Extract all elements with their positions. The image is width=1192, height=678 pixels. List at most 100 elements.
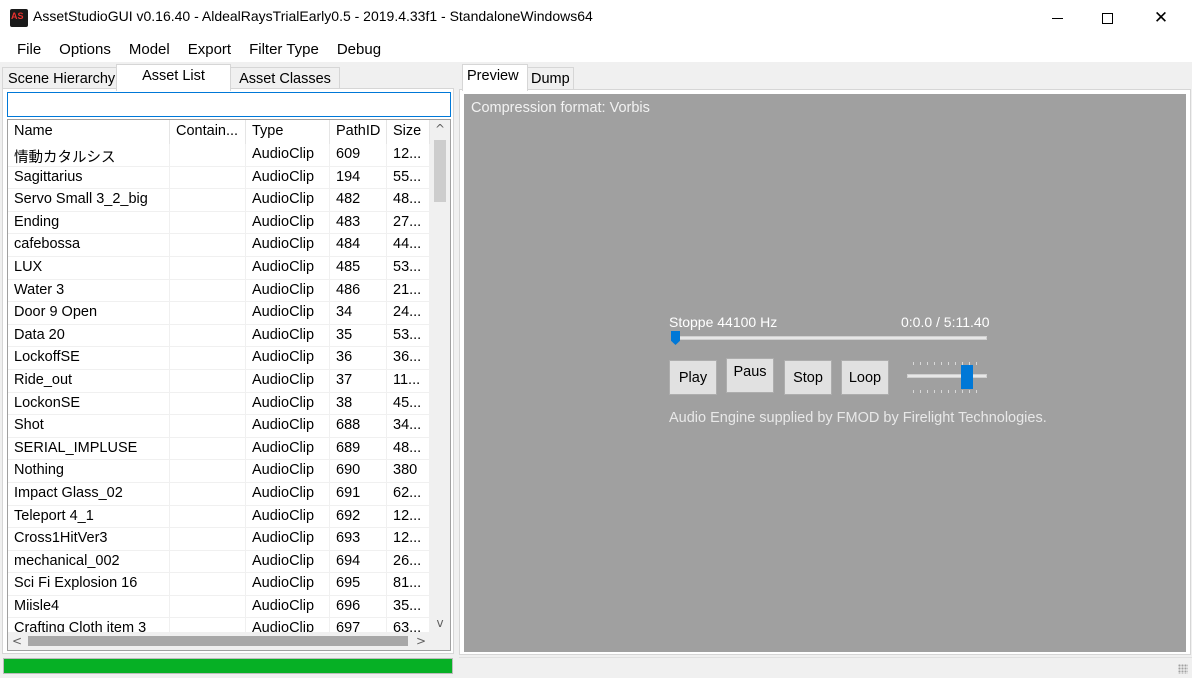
- table-row[interactable]: Impact Glass_02 AudioClip 691 62...: [8, 482, 430, 506]
- scroll-up-icon[interactable]: ^: [430, 120, 450, 138]
- cell-type: AudioClip: [246, 573, 330, 596]
- cell-container: [170, 189, 246, 212]
- table-row[interactable]: LockoffSE AudioClip 36 36...: [8, 347, 430, 370]
- cell-size: 12...: [387, 505, 430, 529]
- loop-button[interactable]: Loop: [841, 360, 889, 395]
- table-row[interactable]: Shot AudioClip 688 34...: [8, 415, 430, 438]
- cell-pathid: 38: [330, 392, 387, 416]
- pause-button[interactable]: Paus: [726, 358, 774, 393]
- cell-pathid: 691: [330, 482, 387, 506]
- cell-pathid: 484: [330, 234, 387, 257]
- tab-dump[interactable]: Dump: [526, 67, 574, 91]
- cell-name: Ending: [8, 211, 170, 235]
- window-title: AssetStudioGUI v0.16.40 - AldealRaysTria…: [33, 8, 593, 24]
- cell-type: AudioClip: [246, 324, 330, 348]
- cell-type: AudioClip: [246, 302, 330, 325]
- table-row[interactable]: Miisle4 AudioClip 696 35...: [8, 595, 430, 619]
- menu-export[interactable]: Export: [179, 41, 240, 58]
- seek-slider-track[interactable]: [671, 336, 987, 340]
- table-row[interactable]: 情動カタルシス AudioClip 609 12...: [8, 144, 430, 167]
- menu-model[interactable]: Model: [120, 41, 179, 58]
- horizontal-scroll-thumb[interactable]: [28, 636, 408, 646]
- tab-preview[interactable]: Preview: [462, 64, 528, 91]
- resize-grip-icon[interactable]: [1178, 664, 1188, 674]
- list-header: Name Contain... Type PathID Size: [8, 120, 430, 144]
- vertical-scrollbar[interactable]: ^ v: [430, 120, 450, 632]
- table-row[interactable]: Ride_out AudioClip 37 11...: [8, 369, 430, 393]
- cell-size: 21...: [387, 279, 430, 303]
- table-row[interactable]: Nothing AudioClip 690 380: [8, 460, 430, 483]
- table-row[interactable]: Sagittarius AudioClip 194 55...: [8, 166, 430, 190]
- left-tab-strip: Scene Hierarchy Asset List Asset Classes: [0, 64, 460, 91]
- table-row[interactable]: Sci Fi Explosion 16 AudioClip 695 81...: [8, 573, 430, 596]
- cell-name: Data 20: [8, 324, 170, 348]
- volume-slider-thumb[interactable]: [961, 365, 974, 389]
- scroll-down-icon[interactable]: v: [430, 614, 450, 632]
- column-container[interactable]: Contain...: [170, 120, 246, 144]
- table-row[interactable]: Teleport 4_1 AudioClip 692 12...: [8, 505, 430, 529]
- cell-name: Door 9 Open: [8, 302, 170, 325]
- table-row[interactable]: Cross1HitVer3 AudioClip 693 12...: [8, 528, 430, 551]
- horizontal-scrollbar[interactable]: < >: [8, 632, 450, 650]
- seek-slider-thumb[interactable]: [671, 331, 680, 345]
- menu-debug[interactable]: Debug: [328, 41, 390, 58]
- menu-file[interactable]: File: [8, 41, 50, 58]
- cell-name: LockonSE: [8, 392, 170, 416]
- tab-asset-list[interactable]: Asset List: [116, 64, 231, 91]
- maximize-button[interactable]: [1084, 0, 1130, 36]
- cell-container: [170, 573, 246, 596]
- cell-pathid: 34: [330, 302, 387, 325]
- scroll-right-icon[interactable]: >: [412, 632, 430, 650]
- column-pathid[interactable]: PathID: [330, 120, 387, 144]
- cell-size: 35...: [387, 595, 430, 619]
- cell-pathid: 690: [330, 460, 387, 483]
- menu-options[interactable]: Options: [50, 41, 120, 58]
- vertical-scroll-thumb[interactable]: [434, 140, 446, 202]
- table-row[interactable]: LUX AudioClip 485 53...: [8, 256, 430, 280]
- cell-type: AudioClip: [246, 460, 330, 483]
- cell-name: LockoffSE: [8, 347, 170, 370]
- menu-bar: File Options Model Export Filter Type De…: [0, 36, 1192, 62]
- cell-container: [170, 550, 246, 574]
- filter-input[interactable]: [7, 92, 451, 117]
- fmod-credit-label: Audio Engine supplied by FMOD by Firelig…: [669, 410, 1047, 426]
- column-size[interactable]: Size: [387, 120, 430, 144]
- cell-name: Nothing: [8, 460, 170, 483]
- cell-container: [170, 166, 246, 190]
- volume-slider-track[interactable]: [907, 374, 987, 378]
- cell-pathid: 694: [330, 550, 387, 574]
- stop-button[interactable]: Stop: [784, 360, 832, 395]
- cell-name: Impact Glass_02: [8, 482, 170, 506]
- cell-size: 53...: [387, 324, 430, 348]
- table-row[interactable]: LockonSE AudioClip 38 45...: [8, 392, 430, 416]
- column-name[interactable]: Name: [8, 120, 170, 144]
- table-row[interactable]: Water 3 AudioClip 486 21...: [8, 279, 430, 303]
- cell-pathid: 483: [330, 211, 387, 235]
- table-row[interactable]: Ending AudioClip 483 27...: [8, 211, 430, 235]
- table-row[interactable]: Data 20 AudioClip 35 53...: [8, 324, 430, 348]
- cell-container: [170, 279, 246, 303]
- volume-slider[interactable]: [907, 360, 989, 394]
- table-row[interactable]: cafebossa AudioClip 484 44...: [8, 234, 430, 257]
- column-type[interactable]: Type: [246, 120, 330, 144]
- menu-filter-type[interactable]: Filter Type: [240, 41, 328, 58]
- cell-pathid: 688: [330, 415, 387, 438]
- cell-container: [170, 256, 246, 280]
- table-row[interactable]: mechanical_002 AudioClip 694 26...: [8, 550, 430, 574]
- minimize-button[interactable]: [1034, 0, 1080, 36]
- cell-type: AudioClip: [246, 234, 330, 257]
- play-button[interactable]: Play: [669, 360, 717, 395]
- cell-size: 12...: [387, 144, 430, 167]
- table-row[interactable]: Servo Small 3_2_big AudioClip 482 48...: [8, 189, 430, 212]
- cell-name: Ride_out: [8, 369, 170, 393]
- cell-size: 62...: [387, 482, 430, 506]
- cell-name: Water 3: [8, 279, 170, 303]
- scroll-left-icon[interactable]: <: [8, 632, 26, 650]
- cell-name: Cross1HitVer3: [8, 528, 170, 551]
- cell-pathid: 689: [330, 437, 387, 461]
- close-button[interactable]: ✕: [1138, 0, 1184, 36]
- table-row[interactable]: Door 9 Open AudioClip 34 24...: [8, 302, 430, 325]
- cell-size: 36...: [387, 347, 430, 370]
- cell-container: [170, 505, 246, 529]
- table-row[interactable]: SERIAL_IMPLUSE AudioClip 689 48...: [8, 437, 430, 461]
